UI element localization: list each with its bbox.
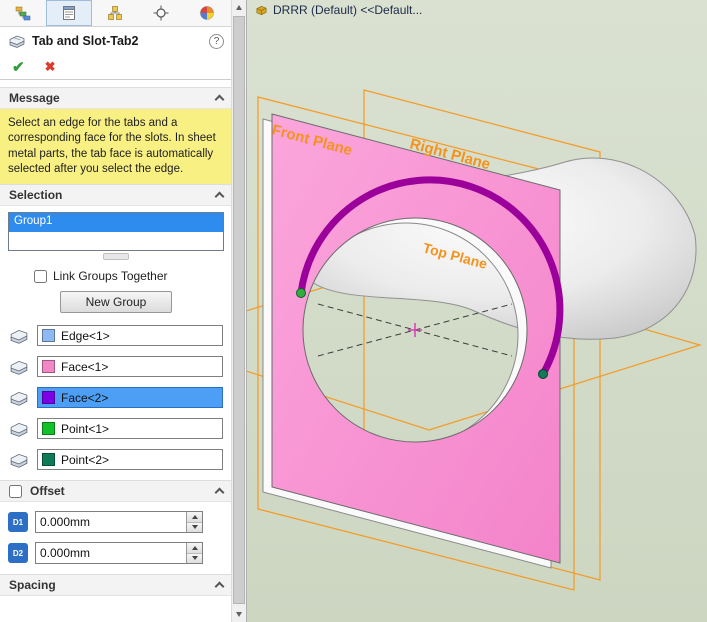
scroll-down-button[interactable] (232, 607, 246, 622)
feature-title-row: Tab and Slot-Tab2 ? (0, 27, 232, 55)
center-mark (408, 323, 422, 337)
point1-selection-field[interactable]: Point<1> (37, 418, 223, 440)
spin-down-icon (191, 525, 198, 530)
tab-featuremanager[interactable] (0, 0, 46, 26)
part-icon (256, 5, 267, 15)
pm-actions-row: ✔ ✖ (0, 55, 232, 80)
tab-slot-selection-icon (10, 329, 28, 344)
collapse-caret-icon (214, 487, 225, 498)
panel-scrollbar[interactable] (231, 0, 246, 622)
offset-d1-spinner (35, 511, 203, 534)
scrollbar-thumb[interactable] (233, 16, 245, 604)
dimxpert-crosshair-icon (153, 5, 169, 21)
face2-color-swatch (42, 391, 55, 405)
group-list[interactable]: Group1 (8, 212, 224, 252)
selection-section-header[interactable]: Selection (0, 184, 232, 207)
spin-down-button[interactable] (187, 553, 202, 564)
scroll-up-button[interactable] (232, 0, 246, 15)
edge-color-swatch (42, 329, 55, 343)
spin-up-icon (191, 514, 198, 519)
spin-up-icon (191, 545, 198, 550)
offset-distance1-icon: D1 (8, 512, 28, 533)
spin-down-button[interactable] (187, 522, 202, 533)
offset-checkbox[interactable] (9, 484, 22, 498)
solidworks-window: Tab and Slot-Tab2 ? ✔ ✖ Message Select a… (0, 0, 707, 622)
tab-displaymanager[interactable] (184, 0, 230, 26)
graphics-viewport[interactable]: DRRR (Default) <<Default... Front Plane … (247, 0, 707, 622)
configurationmanager-icon (108, 6, 122, 20)
face1-color-swatch (42, 360, 55, 374)
tab-slot-selection-icon (10, 422, 28, 437)
collapse-caret-icon (214, 94, 225, 105)
propertymanager-icon (63, 6, 75, 20)
offset-d1-input[interactable] (36, 512, 186, 533)
property-manager-panel: Tab and Slot-Tab2 ? ✔ ✖ Message Select a… (0, 0, 247, 622)
spin-up-button[interactable] (187, 512, 202, 523)
selection-row-edge1: Edge<1> (0, 325, 232, 347)
viewport-canvas[interactable]: Front Plane Right Plane Top Plane (247, 0, 707, 622)
offset-d2-spinner (35, 542, 203, 565)
selection-row-face1: Face<1> (0, 356, 232, 378)
face2-selection-field[interactable]: Face<2> (37, 387, 223, 409)
tab-configurationmanager[interactable] (92, 0, 138, 26)
scroll-up-icon (236, 5, 242, 10)
tab-dimxpert[interactable] (138, 0, 184, 26)
manager-tab-bar (0, 0, 232, 27)
point2-color-swatch (42, 453, 55, 467)
message-section-header[interactable]: Message (0, 87, 232, 109)
point2-selection-field[interactable]: Point<2> (37, 449, 223, 471)
link-groups-checkbox[interactable] (34, 269, 47, 283)
displaymanager-ball-icon (200, 6, 214, 20)
offset-d2-row: D2 (0, 542, 232, 565)
tab-propertymanager[interactable] (46, 0, 92, 26)
spin-up-button[interactable] (187, 543, 202, 554)
point2-vertex[interactable] (538, 369, 548, 379)
selection-row-point1: Point<1> (0, 418, 232, 440)
spin-down-icon (191, 556, 198, 561)
message-box: Select an edge for the tabs and a corres… (0, 109, 232, 185)
offset-distance2-icon: D2 (8, 543, 28, 564)
point1-color-swatch (42, 422, 55, 436)
list-resize-grip[interactable] (103, 253, 129, 261)
tab-and-slot-icon (9, 35, 25, 48)
collapse-caret-icon (214, 191, 225, 202)
offset-d1-row: D1 (0, 511, 232, 534)
tab-slot-selection-icon (10, 391, 28, 406)
help-icon[interactable]: ? (209, 33, 224, 49)
group-list-item[interactable]: Group1 (9, 213, 223, 233)
offset-section-header[interactable]: Offset (0, 480, 232, 503)
collapse-caret-icon (214, 581, 225, 592)
featuremanager-tree-icon (15, 6, 31, 21)
spacing-section-header[interactable]: Spacing (0, 574, 232, 597)
offset-d2-input[interactable] (36, 543, 186, 564)
cancel-button[interactable]: ✖ (45, 59, 56, 75)
tab-slot-selection-icon (10, 360, 28, 375)
link-groups-label: Link Groups Together (53, 269, 168, 284)
configuration-label[interactable]: DRRR (Default) <<Default... (273, 3, 422, 17)
selection-row-face2: Face<2> (0, 387, 232, 409)
ok-button[interactable]: ✔ (12, 58, 25, 76)
scroll-down-icon (236, 612, 242, 617)
edge-selection-field[interactable]: Edge<1> (37, 325, 223, 347)
new-group-button[interactable]: New Group (60, 291, 172, 314)
feature-tree-flyout[interactable]: DRRR (Default) <<Default... (255, 3, 422, 17)
face1-selection-field[interactable]: Face<1> (37, 356, 223, 378)
selection-row-point2: Point<2> (0, 449, 232, 471)
point1-vertex[interactable] (296, 288, 306, 298)
page-title: Tab and Slot-Tab2 (32, 34, 139, 48)
tab-slot-selection-icon (10, 453, 28, 468)
